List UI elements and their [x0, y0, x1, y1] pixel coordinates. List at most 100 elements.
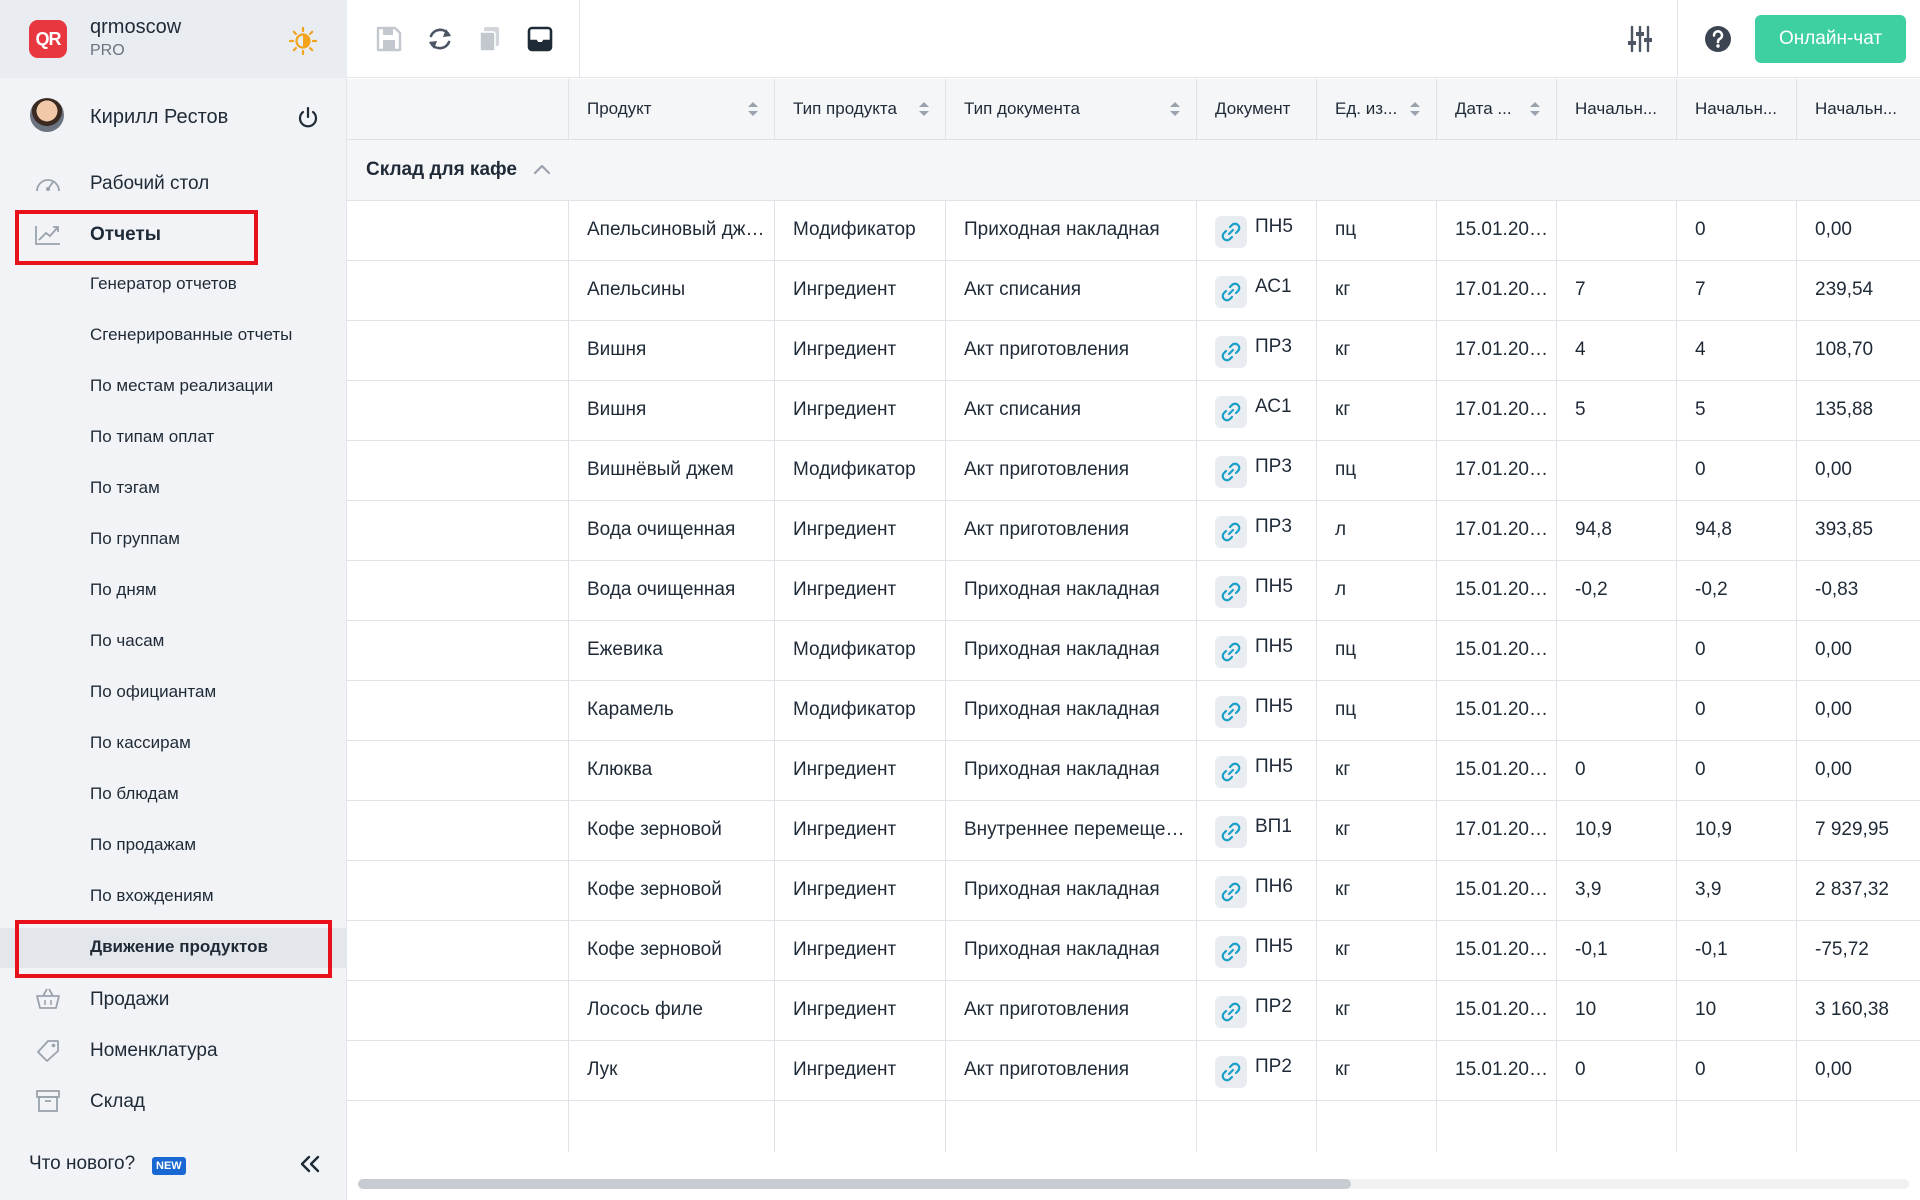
- table-row[interactable]: Апельсины Ингредиент Акт списания АС1 кг 17.0…: [347, 261, 1920, 321]
- power-icon[interactable]: [296, 106, 320, 130]
- cell-document[interactable]: ПР3: [1196, 321, 1316, 380]
- table-row[interactable]: Вишнёвый джем Модификатор Акт приготовлени…: [347, 441, 1920, 501]
- link-icon[interactable]: [1215, 876, 1247, 908]
- avatar[interactable]: [30, 98, 64, 132]
- sub-item-by-dishes[interactable]: По блюдам: [0, 775, 347, 813]
- table-row[interactable]: Кофе зерновой Ингредиент Внутреннее переме…: [347, 801, 1920, 861]
- link-icon[interactable]: [1215, 756, 1247, 788]
- header-cell-date[interactable]: Дата ...: [1436, 79, 1556, 139]
- document-code[interactable]: ВП1: [1255, 816, 1292, 838]
- whats-new-link[interactable]: Что нового?: [29, 1153, 135, 1175]
- sub-item-by-cashiers[interactable]: По кассирам: [0, 724, 347, 762]
- cell-document[interactable]: ПН6: [1196, 861, 1316, 920]
- sub-item-by-sale-places[interactable]: По местам реализации: [0, 367, 347, 405]
- document-code[interactable]: ПР3: [1255, 516, 1292, 538]
- header-cell-product[interactable]: Продукт: [568, 79, 774, 139]
- link-icon[interactable]: [1215, 336, 1247, 368]
- table-row[interactable]: Лосось филе Ингредиент Акт приготовления ПР…: [347, 981, 1920, 1041]
- document-code[interactable]: ПН5: [1255, 636, 1293, 658]
- document-code[interactable]: ПР2: [1255, 1056, 1292, 1078]
- document-code[interactable]: АС1: [1255, 276, 1292, 298]
- sub-item-by-sales[interactable]: По продажам: [0, 826, 347, 864]
- link-icon[interactable]: [1215, 936, 1247, 968]
- header-cell-start-a[interactable]: Начальн...: [1556, 79, 1676, 139]
- user-profile[interactable]: Кирилл Рестов: [0, 88, 347, 148]
- link-icon[interactable]: [1215, 696, 1247, 728]
- sort-icon[interactable]: [1409, 101, 1421, 117]
- cell-document[interactable]: ПН5: [1196, 921, 1316, 980]
- cell-document[interactable]: ПН5: [1196, 621, 1316, 680]
- sliders-icon[interactable]: [1625, 24, 1655, 54]
- sub-item-by-groups[interactable]: По группам: [0, 520, 347, 558]
- user-name[interactable]: Кирилл Рестов: [90, 106, 228, 129]
- table-row[interactable]: Ежевика Модификатор Приходная накладная ПН5…: [347, 621, 1920, 681]
- table-row[interactable]: Апельсиновый джем Модификатор Приходная на…: [347, 201, 1920, 261]
- link-icon[interactable]: [1215, 996, 1247, 1028]
- document-code[interactable]: ПР3: [1255, 456, 1292, 478]
- header-cell-product-type[interactable]: Тип продукта: [774, 79, 945, 139]
- nav-item-nomenclature[interactable]: Номенклатура: [0, 1030, 347, 1070]
- sub-item-by-payment-types[interactable]: По типам оплат: [0, 418, 347, 456]
- table-row[interactable]: Вода очищенная Ингредиент Акт приготовлени…: [347, 501, 1920, 561]
- link-icon[interactable]: [1215, 516, 1247, 548]
- link-icon[interactable]: [1215, 216, 1247, 248]
- sub-item-product-movement[interactable]: Движение продуктов: [0, 928, 347, 968]
- inbox-icon[interactable]: [525, 24, 555, 54]
- document-code[interactable]: ПН6: [1255, 876, 1293, 898]
- document-code[interactable]: ПН5: [1255, 756, 1293, 778]
- header-cell-document-type[interactable]: Тип документа: [945, 79, 1196, 139]
- sort-icon[interactable]: [1169, 101, 1181, 117]
- refresh-icon[interactable]: [425, 24, 455, 54]
- nav-item-sales[interactable]: Продажи: [0, 979, 347, 1019]
- document-code[interactable]: ПН5: [1255, 936, 1293, 958]
- sub-item-by-days[interactable]: По дням: [0, 571, 347, 609]
- double-chevron-left-icon[interactable]: [298, 1152, 322, 1176]
- sub-item-by-waiters[interactable]: По официантам: [0, 673, 347, 711]
- sort-icon[interactable]: [747, 101, 759, 117]
- cell-document[interactable]: ПН5: [1196, 681, 1316, 740]
- header-cell-start-b[interactable]: Начальн...: [1676, 79, 1796, 139]
- link-icon[interactable]: [1215, 816, 1247, 848]
- link-icon[interactable]: [1215, 396, 1247, 428]
- nav-item-desktop[interactable]: Рабочий стол: [0, 163, 347, 203]
- copy-icon[interactable]: [475, 24, 505, 54]
- group-row[interactable]: Склад для кафе: [347, 140, 1920, 201]
- horizontal-scrollbar[interactable]: [358, 1179, 1909, 1189]
- nav-item-warehouse[interactable]: Склад: [0, 1081, 347, 1121]
- cell-document[interactable]: ПН5: [1196, 741, 1316, 800]
- document-code[interactable]: ПН5: [1255, 576, 1293, 598]
- table-row[interactable]: Кофе зерновой Ингредиент Приходная накладн…: [347, 861, 1920, 921]
- sun-icon[interactable]: [288, 26, 318, 56]
- online-chat-button[interactable]: Онлайн-чат: [1755, 15, 1906, 63]
- horizontal-scrollbar-thumb[interactable]: [358, 1179, 1351, 1189]
- brand-name[interactable]: qrmoscow: [90, 16, 181, 39]
- table-row[interactable]: Вишня Ингредиент Акт списания АС1 кг 17.01.20…: [347, 381, 1920, 441]
- header-cell-start-c[interactable]: Начальн...: [1796, 79, 1920, 139]
- cell-document[interactable]: АС1: [1196, 381, 1316, 440]
- document-code[interactable]: ПН5: [1255, 696, 1293, 718]
- document-code[interactable]: ПН5: [1255, 216, 1293, 238]
- sub-item-report-generator[interactable]: Генератор отчетов: [0, 265, 347, 303]
- sub-item-generated-reports[interactable]: Сгенерированные отчеты: [0, 316, 347, 354]
- table-row[interactable]: Карамель Модификатор Приходная накладная ПН…: [347, 681, 1920, 741]
- nav-item-reports[interactable]: Отчеты: [0, 214, 347, 254]
- sub-item-by-tags[interactable]: По тэгам: [0, 469, 347, 507]
- sort-icon[interactable]: [918, 101, 930, 117]
- table-row[interactable]: Вода очищенная Ингредиент Приходная наклад…: [347, 561, 1920, 621]
- save-icon[interactable]: [374, 24, 404, 54]
- document-code[interactable]: АС1: [1255, 396, 1292, 418]
- chevron-up-icon[interactable]: [533, 162, 551, 176]
- sub-item-by-entries[interactable]: По вхождениям: [0, 877, 347, 915]
- table-row[interactable]: Клюква Ингредиент Приходная накладная ПН5 кг…: [347, 741, 1920, 801]
- help-icon[interactable]: [1703, 24, 1733, 54]
- link-icon[interactable]: [1215, 456, 1247, 488]
- header-cell-unit[interactable]: Ед. из...: [1316, 79, 1436, 139]
- cell-document[interactable]: ПР3: [1196, 501, 1316, 560]
- table-row[interactable]: Вишня Ингредиент Акт приготовления ПР3 кг 17.…: [347, 321, 1920, 381]
- cell-document[interactable]: АС1: [1196, 261, 1316, 320]
- header-cell-document[interactable]: Документ: [1196, 79, 1316, 139]
- table-row[interactable]: Кофе зерновой Ингредиент Приходная накладн…: [347, 921, 1920, 981]
- document-code[interactable]: ПР2: [1255, 996, 1292, 1018]
- cell-document[interactable]: ПР3: [1196, 441, 1316, 500]
- cell-document[interactable]: ВП1: [1196, 801, 1316, 860]
